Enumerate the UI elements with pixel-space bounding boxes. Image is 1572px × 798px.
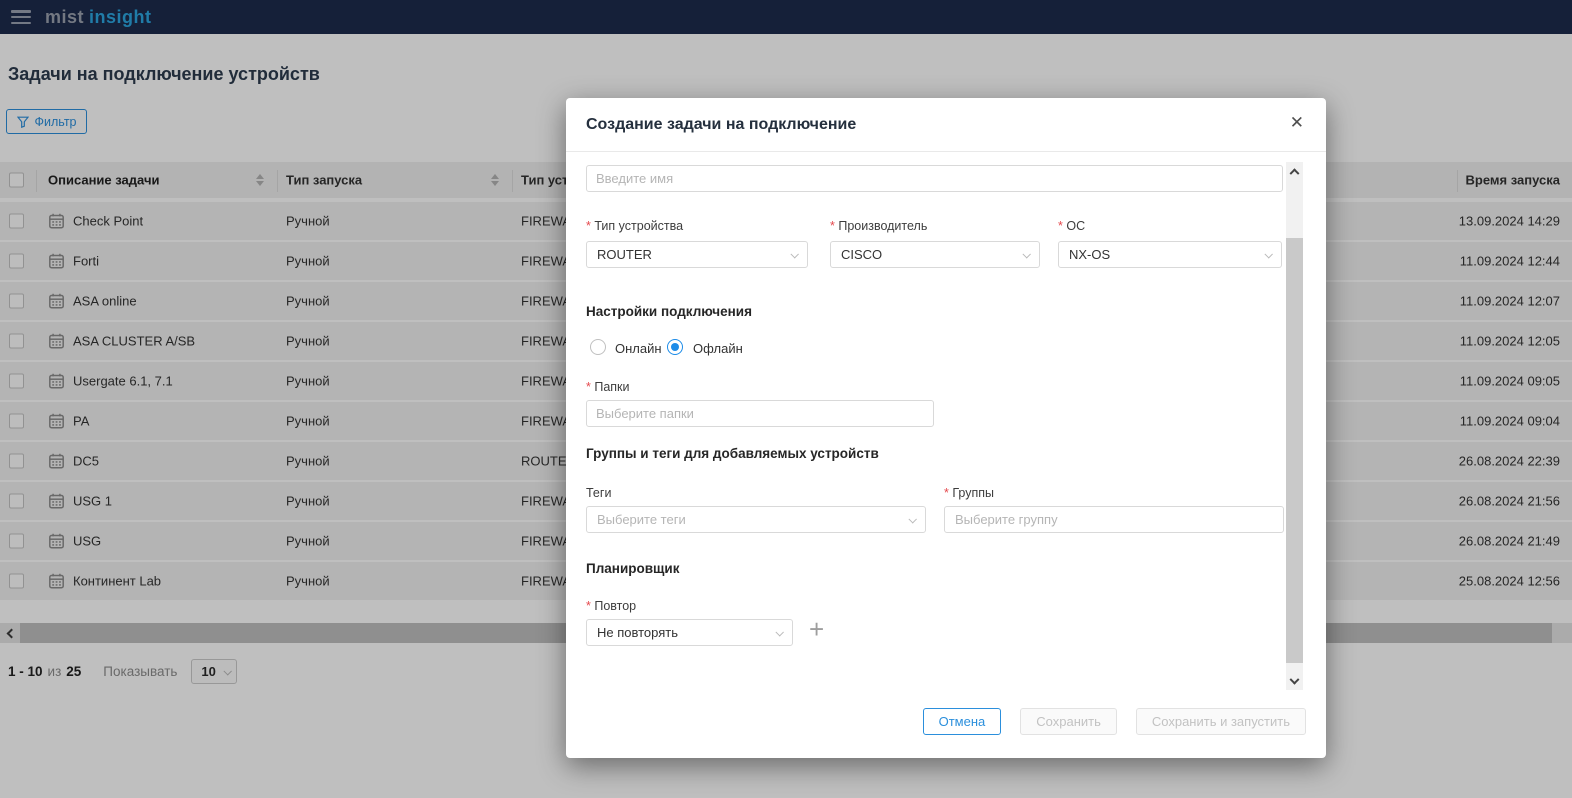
- folders-input[interactable]: [586, 400, 934, 427]
- tags-placeholder: Выберите теги: [597, 512, 686, 527]
- create-task-modal: Создание задачи на подключение ✕ Тип уст…: [566, 98, 1326, 758]
- online-radio[interactable]: [590, 339, 606, 355]
- device-type-label: Тип устройства: [586, 219, 683, 233]
- scroll-up-icon[interactable]: [1286, 162, 1303, 178]
- folders-label: Папки: [586, 380, 630, 394]
- tags-label: Теги: [586, 486, 611, 500]
- os-value: NX-OS: [1069, 247, 1110, 262]
- groups-select[interactable]: Выберите группу: [944, 506, 1284, 533]
- repeat-select[interactable]: Не повторять: [586, 619, 793, 646]
- vendor-select[interactable]: CISCO: [830, 241, 1040, 268]
- modal-scrollbar[interactable]: [1286, 162, 1303, 690]
- os-select[interactable]: NX-OS: [1058, 241, 1282, 268]
- modal-scrollbar-thumb[interactable]: [1286, 238, 1303, 663]
- offline-radio[interactable]: [667, 339, 683, 355]
- chevron-down-icon: [1022, 250, 1030, 258]
- tags-select[interactable]: Выберите теги: [586, 506, 926, 533]
- modal-footer: Отмена Сохранить Сохранить и запустить: [566, 708, 1326, 735]
- repeat-value: Не повторять: [597, 625, 678, 640]
- device-type-select[interactable]: ROUTER: [586, 241, 808, 268]
- online-radio-label[interactable]: Онлайн: [615, 341, 662, 356]
- groups-placeholder: Выберите группу: [955, 512, 1058, 527]
- save-and-run-button[interactable]: Сохранить и запустить: [1136, 708, 1306, 735]
- task-name-input[interactable]: [586, 165, 1283, 192]
- offline-radio-label[interactable]: Офлайн: [693, 341, 743, 356]
- groups-label: Группы: [944, 486, 994, 500]
- os-label: ОС: [1058, 219, 1085, 233]
- connection-settings-heading: Настройки подключения: [586, 304, 752, 319]
- modal-header: Создание задачи на подключение ✕: [566, 98, 1326, 152]
- device-type-value: ROUTER: [597, 247, 652, 262]
- vendor-label: Производитель: [830, 219, 927, 233]
- scheduler-heading: Планировщик: [586, 561, 679, 576]
- chevron-down-icon: [790, 250, 798, 258]
- chevron-down-icon: [775, 628, 783, 636]
- scroll-down-icon[interactable]: [1286, 674, 1303, 690]
- save-button[interactable]: Сохранить: [1020, 708, 1117, 735]
- close-icon[interactable]: ✕: [1290, 114, 1304, 131]
- vendor-value: CISCO: [841, 247, 882, 262]
- application-root: mistinsight Задачи на подключение устрой…: [0, 0, 1572, 798]
- chevron-down-icon: [1264, 250, 1272, 258]
- chevron-down-icon: [908, 515, 916, 523]
- repeat-label: Повтор: [586, 599, 636, 613]
- add-icon[interactable]: +: [809, 616, 824, 642]
- cancel-button[interactable]: Отмена: [923, 708, 1002, 735]
- modal-title: Создание задачи на подключение: [586, 116, 856, 134]
- groups-tags-heading: Группы и теги для добавляемых устройств: [586, 446, 879, 461]
